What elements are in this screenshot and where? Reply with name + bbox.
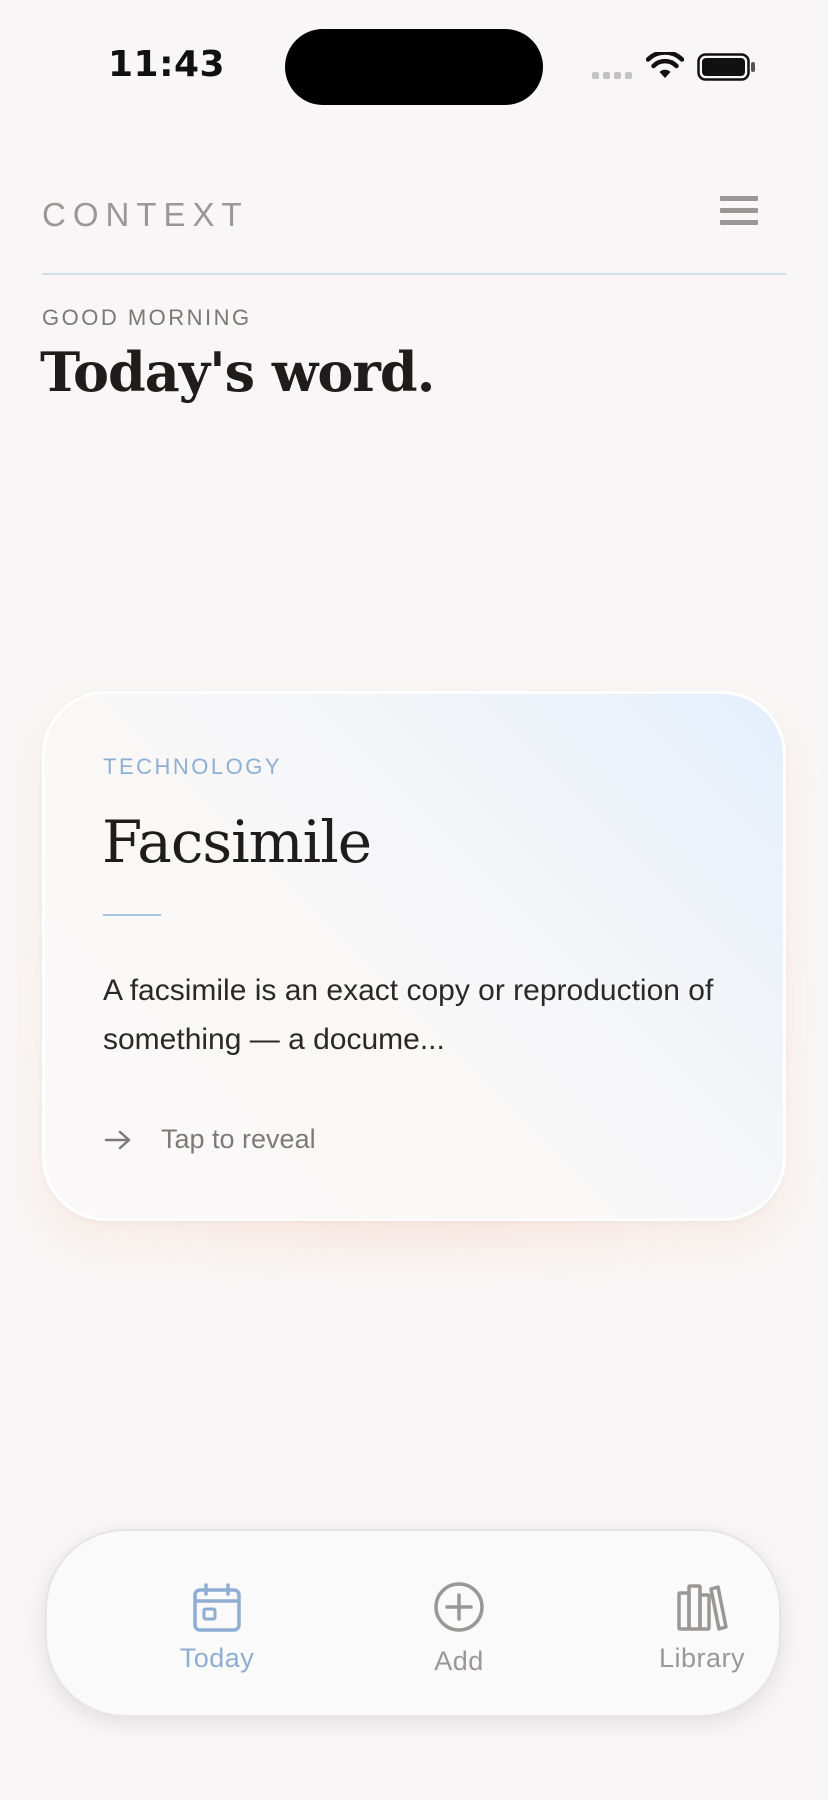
greeting-label: GOOD MORNING bbox=[42, 305, 252, 330]
tab-add[interactable]: Add bbox=[359, 1531, 559, 1719]
page-title: Today's word. bbox=[40, 340, 435, 404]
plus-circle-icon bbox=[434, 1582, 484, 1632]
card-category: TECHNOLOGY bbox=[103, 754, 283, 779]
books-icon bbox=[677, 1584, 728, 1631]
reveal-label: Tap to reveal bbox=[161, 1124, 316, 1154]
battery-icon bbox=[697, 53, 755, 81]
wifi-icon bbox=[646, 52, 684, 78]
calendar-icon bbox=[193, 1583, 241, 1632]
tab-library[interactable]: Library bbox=[602, 1531, 802, 1719]
card-divider bbox=[103, 914, 161, 916]
menu-icon[interactable] bbox=[720, 196, 758, 230]
tab-today-label: Today bbox=[179, 1643, 255, 1673]
tab-library-label: Library bbox=[658, 1643, 746, 1673]
tab-today[interactable]: Today bbox=[117, 1531, 317, 1719]
tab-add-label: Add bbox=[434, 1646, 484, 1676]
dynamic-island bbox=[285, 29, 543, 105]
status-time: 11:43 bbox=[108, 44, 226, 85]
card-word: Facsimile bbox=[102, 808, 372, 876]
app-brand: CONTEXT bbox=[42, 196, 249, 233]
cellular-signal-icon bbox=[592, 72, 632, 79]
card-definition: A facsimile is an exact copy or reproduc… bbox=[103, 974, 714, 1056]
arrow-right-icon bbox=[104, 1130, 131, 1149]
reveal-button[interactable]: Tap to reveal bbox=[103, 1124, 316, 1155]
tab-bar: Today Add Library bbox=[45, 1529, 781, 1717]
screen: 11:43 CONTEXT GOOD MORNING Today's word.… bbox=[0, 0, 828, 1800]
header-divider bbox=[42, 273, 786, 275]
